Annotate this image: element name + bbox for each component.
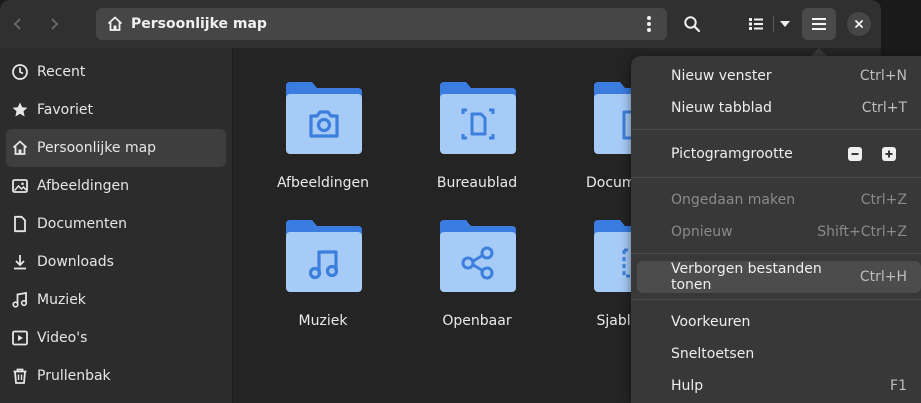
- shortcut-label: Ctrl+T: [861, 100, 907, 116]
- minus-icon: [851, 153, 859, 155]
- chevron-left-icon: [13, 18, 21, 30]
- home-icon: [107, 16, 123, 31]
- clock-icon: [12, 64, 28, 80]
- search-button[interactable]: [676, 8, 708, 40]
- shortcut-label: Ctrl+Z: [860, 192, 907, 208]
- share-folder-icon: [440, 220, 516, 292]
- vertical-ellipsis-icon: [647, 16, 651, 32]
- image-icon: [12, 179, 28, 193]
- close-window-button[interactable]: [847, 12, 871, 36]
- desktop-folder-icon: [440, 82, 516, 154]
- shortcut-label: Ctrl+H: [859, 269, 907, 285]
- main-menu-button[interactable]: [802, 8, 836, 40]
- menu-item-keyboard-shortcuts[interactable]: Sneltoetsen: [637, 339, 921, 369]
- home-icon: [12, 140, 28, 155]
- search-icon: [684, 16, 701, 33]
- star-icon: [12, 102, 28, 117]
- chevron-right-icon: [51, 18, 59, 30]
- document-icon: [14, 215, 26, 233]
- sidebar-item-label: Video's: [37, 330, 88, 346]
- camera-folder-icon: [286, 82, 362, 154]
- zoom-in-button[interactable]: [882, 147, 896, 161]
- menu-item-icon-size: Pictogramgrootte: [671, 146, 793, 162]
- sidebar-item-trash[interactable]: Prullenbak: [6, 357, 226, 395]
- sidebar: Recent Favoriet Persoonlijke map Afbeeld…: [0, 48, 233, 403]
- triangle-down-icon: [780, 21, 790, 27]
- location-bar[interactable]: Persoonlijke map: [96, 8, 667, 40]
- menu-item-new-tab[interactable]: Nieuw tabblad Ctrl+T: [637, 93, 921, 123]
- sidebar-item-label: Persoonlijke map: [37, 140, 157, 156]
- menu-separator: [631, 253, 921, 254]
- sidebar-item-music[interactable]: Muziek: [6, 281, 226, 319]
- menu-item-show-hidden-files[interactable]: Verborgen bestanden tonen Ctrl+H: [637, 261, 921, 293]
- menu-item-undo[interactable]: Ongedaan maken Ctrl+Z: [637, 185, 921, 215]
- header-bar: Persoonlijke map: [0, 0, 881, 48]
- menu-item-preferences[interactable]: Voorkeuren: [637, 307, 921, 337]
- list-view-button[interactable]: [740, 8, 772, 40]
- folder-item[interactable]: Afbeeldingen: [248, 48, 398, 198]
- close-icon: [855, 20, 863, 28]
- folder-label: Muziek: [298, 313, 348, 329]
- menu-item-help[interactable]: Hulp F1: [637, 371, 921, 401]
- sidebar-item-videos[interactable]: Video's: [6, 319, 226, 357]
- shortcut-label: Ctrl+N: [859, 68, 907, 84]
- sidebar-item-starred[interactable]: Favoriet: [6, 91, 226, 129]
- sidebar-item-label: Muziek: [37, 292, 86, 308]
- sidebar-item-label: Afbeeldingen: [37, 178, 130, 194]
- forward-button[interactable]: [38, 8, 70, 40]
- download-icon: [14, 255, 26, 270]
- sidebar-item-label: Documenten: [37, 216, 128, 232]
- menu-separator: [631, 177, 921, 178]
- music-icon: [12, 291, 28, 308]
- sidebar-item-downloads[interactable]: Downloads: [6, 243, 226, 281]
- hamburger-icon: [812, 18, 826, 30]
- folder-item[interactable]: Muziek: [248, 186, 398, 336]
- sidebar-item-recent[interactable]: Recent: [6, 53, 226, 91]
- menu-separator: [631, 129, 921, 130]
- sidebar-item-label: Recent: [37, 64, 86, 80]
- location-menu-button[interactable]: [637, 12, 661, 36]
- back-button[interactable]: [2, 8, 34, 40]
- trash-icon: [13, 368, 27, 384]
- sidebar-item-label: Favoriet: [37, 102, 93, 118]
- list-view-icon: [749, 18, 763, 30]
- sidebar-item-home[interactable]: Persoonlijke map: [6, 129, 226, 167]
- sidebar-item-documents[interactable]: Documenten: [6, 205, 226, 243]
- folder-item[interactable]: Bureaublad: [402, 48, 552, 198]
- sidebar-item-label: Downloads: [37, 254, 114, 270]
- menu-item-new-window[interactable]: Nieuw venster Ctrl+N: [637, 61, 921, 91]
- location-label: Persoonlijke map: [131, 16, 267, 32]
- menu-separator: [631, 299, 921, 300]
- plus-icon: [885, 150, 893, 158]
- folder-item[interactable]: Openbaar: [402, 186, 552, 336]
- shortcut-label: Shift+Ctrl+Z: [817, 224, 907, 240]
- shortcut-label: F1: [890, 378, 907, 394]
- menu-item-redo[interactable]: Opnieuw Shift+Ctrl+Z: [637, 217, 921, 247]
- view-options-button[interactable]: [774, 8, 796, 40]
- sidebar-item-pictures[interactable]: Afbeeldingen: [6, 167, 226, 205]
- video-icon: [12, 330, 28, 346]
- sidebar-item-label: Prullenbak: [37, 368, 111, 384]
- zoom-out-button[interactable]: [848, 147, 862, 161]
- folder-label: Openbaar: [442, 313, 512, 329]
- music-folder-icon: [286, 220, 362, 292]
- main-menu-popover: Nieuw venster Ctrl+N Nieuw tabblad Ctrl+…: [631, 56, 921, 403]
